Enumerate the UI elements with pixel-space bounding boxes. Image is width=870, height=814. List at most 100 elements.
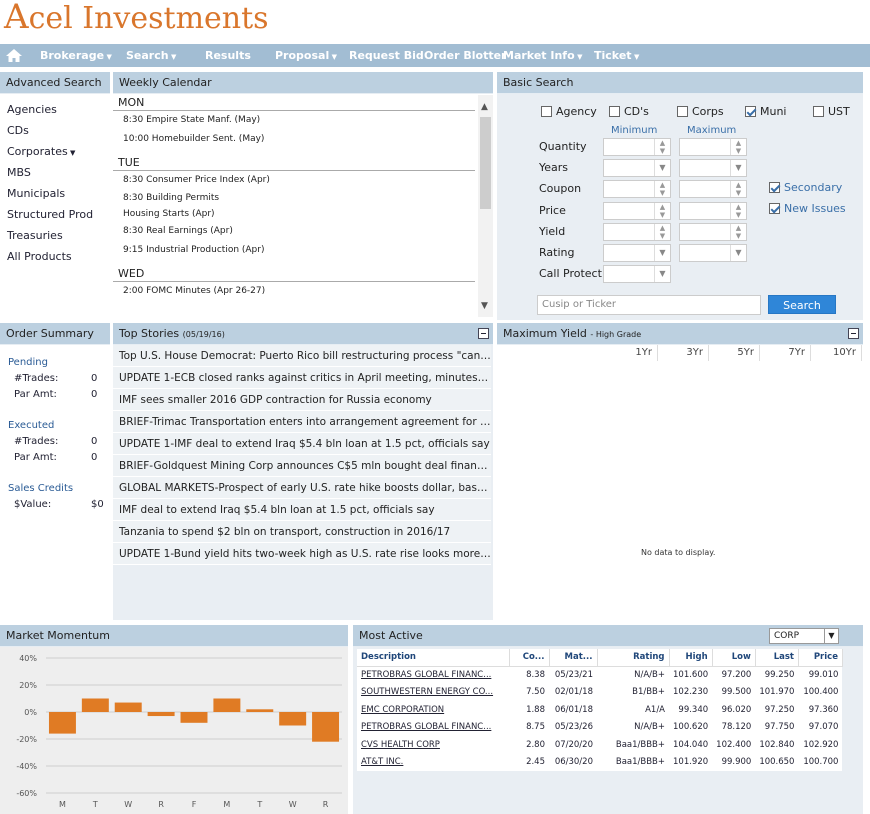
table-cell: 7.50 (509, 683, 549, 701)
story-item[interactable]: UPDATE 1-IMF deal to extend Iraq $5.4 bl… (113, 433, 491, 455)
column-header-rating[interactable]: Rating (597, 649, 670, 667)
scroll-up-icon[interactable]: ▲ (481, 102, 488, 112)
column-header-last[interactable]: Last (755, 649, 799, 667)
story-item[interactable]: BRIEF-Trimac Transportation enters into … (113, 411, 491, 433)
checkbox-corps[interactable]: Corps (677, 105, 724, 118)
story-item[interactable]: Tanzania to spend $2 bln on transport, c… (113, 521, 491, 543)
max-quantity-input[interactable]: ▲ ▼ (679, 138, 747, 156)
story-item[interactable]: UPDATE 1-Bund yield hits two-week high a… (113, 543, 491, 565)
nav-item-ticket[interactable]: Ticket ▼ (594, 49, 639, 62)
min-years-select[interactable]: ▼ (603, 159, 671, 178)
min-coupon-input[interactable]: ▲ ▼ (603, 180, 671, 199)
momentum-chart: 40% 20% 0% -20% -40% -60% M T W R F M T W R (0, 647, 348, 814)
home-icon[interactable] (6, 49, 22, 62)
spinner-icon[interactable]: ▲ ▼ (654, 181, 670, 198)
security-link[interactable]: PETROBRAS GLOBAL FINANC... (357, 666, 509, 684)
story-item[interactable]: GLOBAL MARKETS-Prospect of early U.S. ra… (113, 477, 491, 499)
max-price-input[interactable]: ▲ ▼ (679, 201, 747, 220)
story-item[interactable]: IMF sees smaller 2016 GDP contraction fo… (113, 389, 491, 411)
max-yield-input[interactable]: ▲ ▼ (679, 222, 747, 241)
checkbox-box[interactable] (813, 106, 824, 117)
column-header-co[interactable]: Co... (509, 649, 550, 667)
column-header-price[interactable]: Price (798, 649, 843, 667)
story-item[interactable]: UPDATE 1-ECB closed ranks against critic… (113, 367, 491, 389)
advanced-item-municipals[interactable]: Municipals (0, 183, 110, 204)
checkbox-agency[interactable]: Agency (541, 105, 597, 118)
minimize-icon[interactable] (478, 328, 489, 339)
nav-item-brokerage[interactable]: Brokerage ▼ (40, 49, 112, 62)
max-rating-select[interactable]: ▼ (679, 244, 747, 262)
checkbox-box[interactable] (541, 106, 552, 117)
checkbox-cds[interactable]: CD's (609, 105, 649, 118)
security-link[interactable]: PETROBRAS GLOBAL FINANC... (357, 718, 509, 736)
spinner-icon[interactable]: ▲ ▼ (654, 139, 670, 155)
checkbox-muni[interactable]: Muni (745, 105, 787, 118)
story-item[interactable]: Top U.S. House Democrat: Puerto Rico bil… (113, 345, 491, 367)
nav-item-search[interactable]: Search ▼ (126, 49, 176, 62)
min-quantity-input[interactable]: ▲ ▼ (603, 138, 671, 156)
y-tick-label: -20% (16, 735, 37, 744)
spinner-icon[interactable]: ▲ ▼ (730, 202, 746, 219)
chevron-down-icon[interactable]: ▼ (654, 266, 670, 283)
advanced-item-mbs[interactable]: MBS (0, 162, 110, 183)
asset-class-dropdown[interactable]: CORP ▼ (769, 628, 839, 644)
min-call-protect-select[interactable]: ▼ (603, 265, 671, 284)
column-header-low[interactable]: Low (712, 649, 756, 667)
story-item[interactable]: BRIEF-Goldquest Mining Corp announces C$… (113, 455, 491, 477)
min-rating-select[interactable]: ▼ (603, 244, 671, 262)
chevron-down-icon[interactable]: ▼ (654, 160, 670, 177)
advanced-item-agencies[interactable]: Agencies (0, 99, 110, 120)
table-cell: 97.750 (755, 718, 799, 736)
nav-item-results[interactable]: Results (205, 49, 251, 62)
column-header-mat[interactable]: Mat... (549, 649, 598, 667)
min-price-input[interactable]: ▲ ▼ (603, 201, 671, 220)
column-header-high[interactable]: High (669, 649, 713, 667)
minimize-icon[interactable] (848, 328, 859, 339)
cusip-input[interactable]: Cusip or Ticker (537, 295, 761, 315)
scroll-down-icon[interactable]: ▼ (481, 301, 488, 311)
nav-item-label: Brokerage (40, 49, 105, 62)
max-coupon-input[interactable]: ▲ ▼ (679, 180, 747, 199)
nav-item-request-bid[interactable]: Request Bid (349, 49, 424, 62)
min-yield-input[interactable]: ▲ ▼ (603, 222, 671, 241)
checkbox-box[interactable] (769, 182, 780, 193)
secondary-checkbox[interactable]: Secondary (769, 181, 842, 194)
momentum-bar (180, 712, 208, 723)
checkbox-ust[interactable]: UST (813, 105, 850, 118)
chevron-down-icon[interactable]: ▼ (824, 629, 838, 643)
advanced-item-structured-prod[interactable]: Structured Prod (0, 204, 110, 225)
nav-item-market-info[interactable]: Market Info ▼ (503, 49, 582, 62)
advanced-item-corporates[interactable]: Corporates ▼ (0, 141, 110, 162)
nav-item-order-blotter[interactable]: Order Blotter (424, 49, 506, 62)
checkbox-box[interactable] (609, 106, 620, 117)
chevron-down-icon[interactable]: ▼ (730, 160, 746, 177)
advanced-item-label: Corporates (7, 145, 68, 158)
security-link[interactable]: SOUTHWESTERN ENERGY CO... (357, 683, 509, 701)
security-link[interactable]: AT&T INC. (357, 753, 509, 771)
checkbox-box[interactable] (745, 106, 756, 117)
max-years-select[interactable]: ▼ (679, 159, 747, 178)
spinner-icon[interactable]: ▲ ▼ (654, 223, 670, 240)
spinner-icon[interactable]: ▲ ▼ (730, 181, 746, 198)
spinner-icon[interactable]: ▲ ▼ (654, 202, 670, 219)
nav-item-proposal[interactable]: Proposal ▼ (275, 49, 337, 62)
new-issues-checkbox[interactable]: New Issues (769, 202, 846, 215)
checkbox-box[interactable] (769, 203, 780, 214)
table-cell: 100.700 (798, 753, 843, 771)
scroll-thumb[interactable] (480, 117, 491, 209)
calendar-scrollbar[interactable]: ▲ ▼ (478, 95, 493, 317)
story-item[interactable]: IMF deal to extend Iraq $5.4 bln loan at… (113, 499, 491, 521)
advanced-item-treasuries[interactable]: Treasuries (0, 225, 110, 246)
advanced-item-all-products[interactable]: All Products (0, 246, 110, 267)
security-link[interactable]: CVS HEALTH CORP (357, 736, 509, 754)
spinner-icon[interactable]: ▲ ▼ (730, 139, 746, 155)
market-momentum-panel: Market Momentum 40% 20% 0% -20% -40% -60% M T W R… (0, 625, 348, 814)
chevron-down-icon[interactable]: ▼ (654, 245, 670, 261)
spinner-icon[interactable]: ▲ ▼ (730, 223, 746, 240)
checkbox-box[interactable] (677, 106, 688, 117)
security-link[interactable]: EMC CORPORATION (357, 701, 509, 719)
chevron-down-icon[interactable]: ▼ (730, 245, 746, 261)
column-header-description[interactable]: Description (357, 649, 510, 667)
search-button[interactable]: Search (768, 295, 836, 314)
advanced-item-cds[interactable]: CDs (0, 120, 110, 141)
